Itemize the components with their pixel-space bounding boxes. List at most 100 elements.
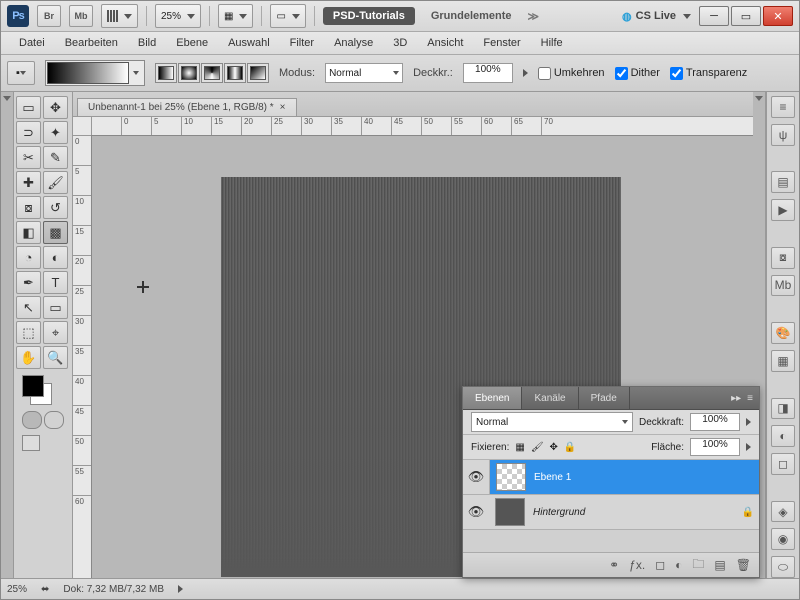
3d-camera-tool[interactable]: ⌖	[43, 321, 68, 344]
move-tool[interactable]: ✥	[43, 96, 68, 119]
horizontal-ruler[interactable]: 0510152025303540455055606570	[91, 117, 753, 136]
3d-tool[interactable]: ⬚	[16, 321, 41, 344]
ruler-origin[interactable]	[73, 117, 92, 136]
link-layers-icon[interactable]: ⚭	[609, 558, 619, 572]
reverse-checkbox[interactable]: Umkehren	[538, 67, 605, 80]
lasso-tool[interactable]: ⊃	[16, 121, 41, 144]
adjustments-panel-icon[interactable]: ◐	[771, 425, 795, 447]
delete-layer-icon[interactable]: 🗑	[736, 558, 751, 572]
opacity-popup-icon[interactable]	[523, 69, 528, 77]
tutorials-tab[interactable]: PSD-Tutorials	[323, 7, 415, 25]
menu-bearbeiten[interactable]: Bearbeiten	[55, 34, 128, 52]
play-panel-icon[interactable]: ▶	[771, 199, 795, 221]
menu-ansicht[interactable]: Ansicht	[417, 34, 473, 52]
minibridge-button[interactable]: Mb	[69, 5, 93, 27]
arrange-dropdown[interactable]: ▦	[218, 4, 253, 28]
layer-opacity-popup-icon[interactable]	[746, 418, 751, 426]
channels-tab[interactable]: Kanäle	[522, 387, 578, 409]
minibridge-panel-icon[interactable]: Mb	[771, 275, 795, 297]
eraser-tool[interactable]: ◧	[16, 221, 41, 244]
quickmask-mode-button[interactable]	[44, 411, 64, 429]
dodge-tool[interactable]: ◐	[43, 246, 68, 269]
group-icon[interactable]: 🗀	[692, 555, 704, 576]
brush-tool[interactable]: 🖌	[43, 171, 68, 194]
magic-wand-tool[interactable]: ✦	[43, 121, 68, 144]
fill-popup-icon[interactable]	[746, 443, 751, 451]
vertical-ruler[interactable]: 051015202530354045505560	[73, 135, 92, 578]
layer-row[interactable]: 👁 Ebene 1	[463, 460, 759, 495]
panel-menu-icon[interactable]: ≡	[747, 393, 753, 404]
gradient-linear-button[interactable]	[155, 63, 177, 83]
gradient-radial-button[interactable]	[178, 63, 200, 83]
zoom-dropdown[interactable]: 25%	[155, 4, 201, 28]
new-layer-icon[interactable]: ▤	[714, 558, 725, 572]
lock-all-icon[interactable]: 🔒	[564, 442, 576, 453]
gradient-picker-dropdown[interactable]	[133, 71, 139, 75]
lock-transparency-icon[interactable]: ▦	[515, 442, 524, 453]
fill-input[interactable]: 100%	[690, 438, 740, 456]
status-zoom[interactable]: 25%	[7, 584, 27, 595]
standard-mode-button[interactable]	[22, 411, 42, 429]
screenmode-button[interactable]	[22, 435, 40, 451]
gradient-angle-button[interactable]	[201, 63, 223, 83]
gradient-diamond-button[interactable]	[247, 63, 269, 83]
status-docinfo[interactable]: Dok: 7,32 MB/7,32 MB	[63, 584, 164, 595]
lock-position-icon[interactable]: ✥	[550, 442, 558, 453]
opacity-input[interactable]: 100%	[463, 63, 513, 83]
actions-panel-icon[interactable]: ψ	[771, 124, 795, 146]
masks-panel-icon[interactable]: ◻	[771, 453, 795, 475]
document-tab[interactable]: Unbenannt-1 bei 25% (Ebene 1, RGB/8) * ×	[77, 98, 297, 116]
blend-mode-dropdown[interactable]: Normal	[471, 412, 633, 432]
gradient-reflected-button[interactable]	[224, 63, 246, 83]
gradient-tool[interactable]: ▩	[43, 221, 68, 244]
layers-panel[interactable]: Ebenen Kanäle Pfade ▸▸≡ Normal Deckkraft…	[462, 386, 760, 578]
close-tab-icon[interactable]: ×	[280, 102, 286, 113]
type-tool[interactable]: T	[43, 271, 68, 294]
brushes-panel-icon[interactable]: ▤	[771, 171, 795, 193]
mode-dropdown[interactable]: Normal	[325, 63, 403, 83]
transparency-checkbox[interactable]: Transparenz	[670, 67, 747, 80]
healing-tool[interactable]: ✚	[16, 171, 41, 194]
hand-tool[interactable]: ✋	[16, 346, 41, 369]
menu-bild[interactable]: Bild	[128, 34, 166, 52]
eyedropper-tool[interactable]: ✎	[43, 146, 68, 169]
menu-datei[interactable]: Datei	[9, 34, 55, 52]
paths-tab[interactable]: Pfade	[579, 387, 630, 409]
menu-3d[interactable]: 3D	[383, 34, 417, 52]
gradient-preview[interactable]	[47, 62, 129, 84]
dither-checkbox[interactable]: Dither	[615, 67, 660, 80]
layer-mask-icon[interactable]: ◻	[655, 558, 665, 572]
layer-opacity-input[interactable]: 100%	[690, 413, 740, 431]
filmstrip-dropdown[interactable]	[101, 4, 138, 28]
menu-filter[interactable]: Filter	[280, 34, 324, 52]
menu-auswahl[interactable]: Auswahl	[218, 34, 280, 52]
screenmode-dropdown[interactable]: ▭	[270, 4, 305, 28]
layer-thumbnail[interactable]	[496, 463, 526, 491]
layer-thumbnail[interactable]	[495, 498, 525, 526]
visibility-toggle-icon[interactable]: 👁	[463, 460, 490, 494]
history-brush-tool[interactable]: ↺	[43, 196, 68, 219]
zoom-tool[interactable]: 🔍	[43, 346, 68, 369]
visibility-toggle-icon[interactable]: 👁	[463, 504, 489, 520]
path-selection-tool[interactable]: ↖	[16, 296, 41, 319]
crop-tool[interactable]: ✂	[16, 146, 41, 169]
channels-panel-icon[interactable]: ◉	[771, 528, 795, 550]
menu-ebene[interactable]: Ebene	[166, 34, 218, 52]
more-workspaces-icon[interactable]: ≫	[528, 10, 540, 23]
stamp-tool[interactable]: ⧇	[16, 196, 41, 219]
layer-row[interactable]: 👁 Hintergrund 🔒	[463, 495, 759, 530]
panel-collapse-icon[interactable]: ▸▸	[731, 393, 741, 404]
blur-tool[interactable]: ◔	[16, 246, 41, 269]
shape-tool[interactable]: ▭	[43, 296, 68, 319]
layer-fx-icon[interactable]: ƒx.	[629, 558, 645, 572]
history-panel-icon[interactable]: ≡	[771, 96, 795, 118]
marquee-tool[interactable]: ▭	[16, 96, 41, 119]
maximize-button[interactable]: ▭	[731, 6, 761, 26]
layers-panel-icon[interactable]: ◈	[771, 501, 795, 523]
tool-preset-dropdown[interactable]: ▪	[7, 61, 35, 85]
lock-pixels-icon[interactable]: 🖌	[531, 442, 544, 453]
bridge-button[interactable]: Br	[37, 5, 61, 27]
swatches-panel-icon[interactable]: ▦	[771, 350, 795, 372]
workspace-tab[interactable]: Grundelemente	[423, 7, 520, 25]
close-button[interactable]: ✕	[763, 6, 793, 26]
